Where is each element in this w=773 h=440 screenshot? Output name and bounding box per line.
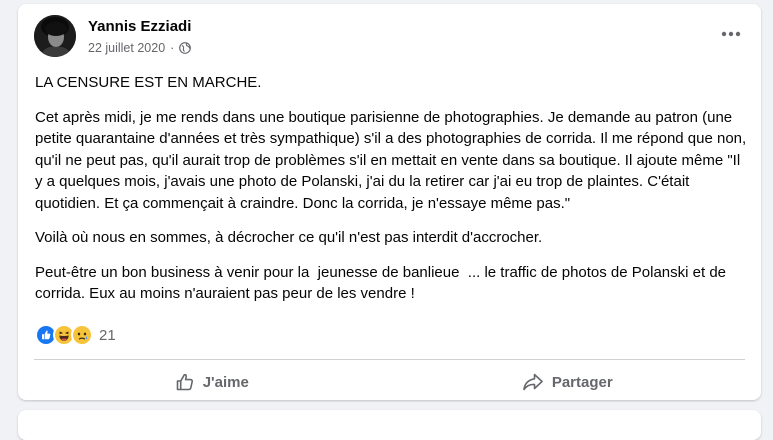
like-button[interactable]: J'aime [34, 364, 390, 400]
next-post-card [18, 410, 761, 440]
thumbs-up-icon [176, 373, 193, 391]
avatar[interactable] [34, 15, 76, 57]
post-card: Yannis Ezziadi 22 juillet 2020 · LA CENS… [18, 4, 761, 400]
post-paragraph: Cet après midi, je me rends dans une bou… [35, 108, 751, 212]
reaction-count[interactable]: 21 [99, 327, 116, 344]
like-label: J'aime [202, 373, 249, 391]
sad-icon [71, 324, 93, 346]
share-icon [523, 373, 543, 391]
meta-separator: · [170, 41, 175, 55]
post-paragraph: Peut-être un bon business à venir pour l… [35, 263, 731, 303]
post-actions: J'aime Partager [34, 364, 745, 400]
post-date[interactable]: 22 juillet 2020 [88, 41, 165, 55]
globe-icon [179, 42, 192, 54]
divider [34, 359, 745, 360]
post-body: LA CENSURE EST EN MARCHE. Cet après midi… [35, 72, 750, 318]
share-button[interactable]: Partager [390, 364, 746, 400]
post-paragraph: Voilà où nous en sommes, à décrocher ce … [35, 229, 543, 246]
share-label: Partager [551, 373, 613, 391]
post-paragraph: LA CENSURE EST EN MARCHE. [35, 74, 262, 91]
post-meta: 22 juillet 2020 · [88, 41, 192, 55]
more-options-icon[interactable] [719, 24, 743, 44]
reactions-summary[interactable]: 21 [35, 324, 116, 346]
reaction-icons [35, 324, 93, 346]
author-name[interactable]: Yannis Ezziadi [88, 18, 191, 35]
